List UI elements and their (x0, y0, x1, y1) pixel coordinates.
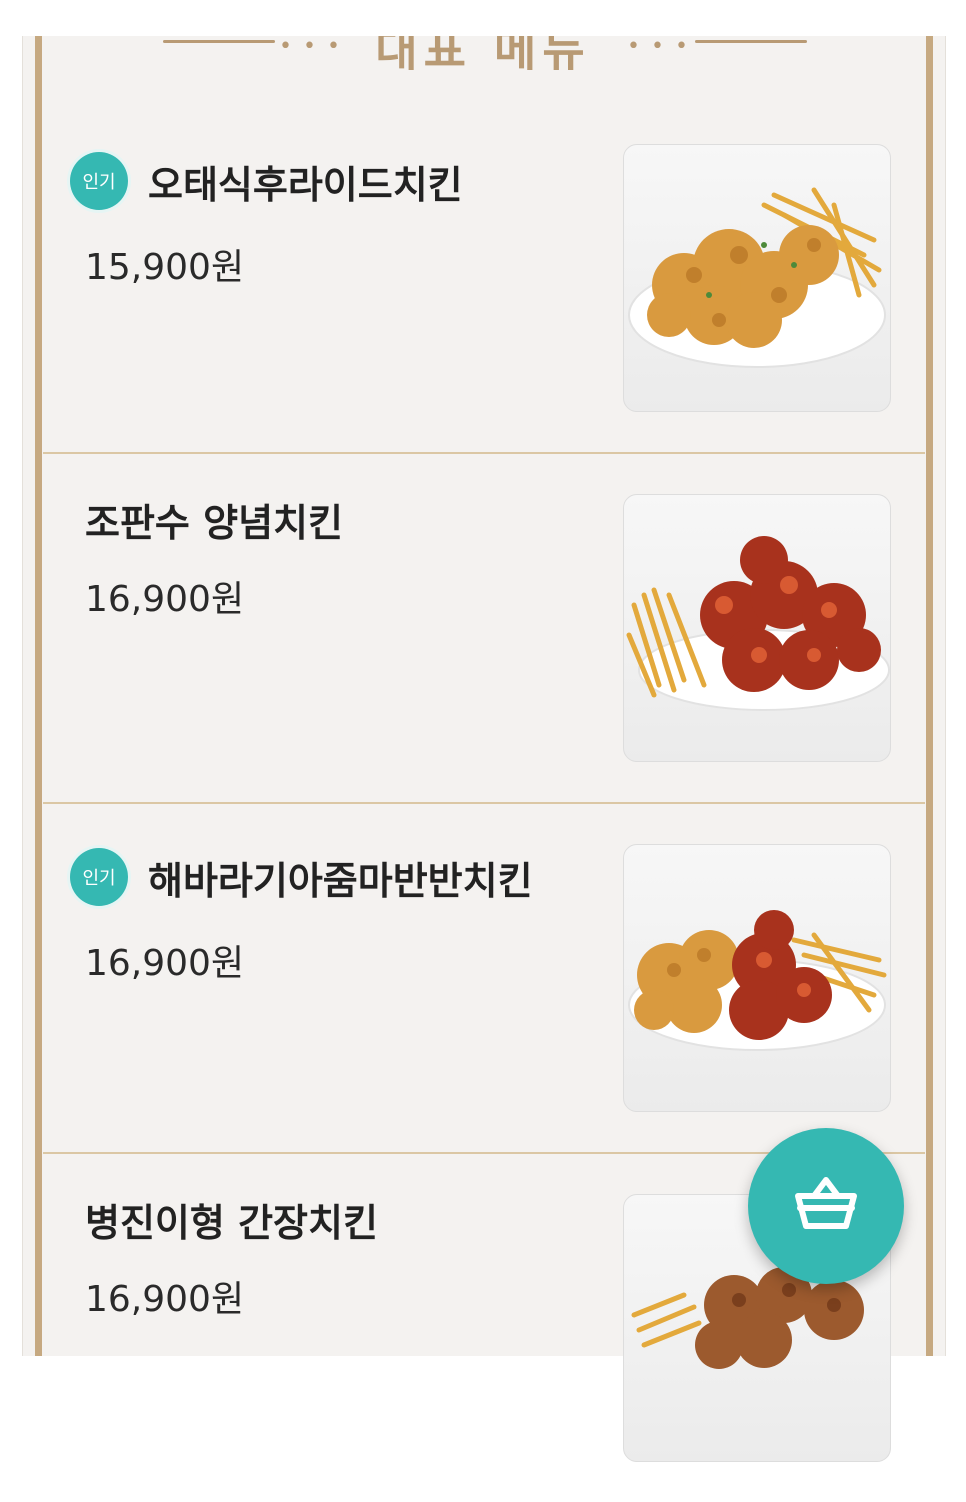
menu-item-name-row: 인기 오태식후라이드치킨 (70, 152, 463, 210)
header-ornament-right (695, 40, 807, 43)
menu-item-name-row: 인기 해바라기아줌마반반치킨 (70, 848, 533, 906)
menu-item-name: 조판수 양념치킨 (85, 501, 343, 545)
menu-item-name: 오태식후라이드치킨 (148, 162, 463, 207)
menu-item-half-half-chicken[interactable]: 인기 해바라기아줌마반반치킨 16,900원 (43, 804, 925, 1154)
menu-item-fried-chicken[interactable]: 인기 오태식후라이드치킨 15,900원 (43, 104, 925, 454)
menu-item-name-row: 조판수 양념치킨 (85, 492, 343, 547)
menu-item-price: 16,900원 (85, 943, 245, 984)
menu-item-name: 병진이형 간장치킨 (85, 1201, 378, 1245)
menu-item-name: 해바라기아줌마반반치킨 (148, 858, 533, 903)
section-header: • • • 대표 메뉴 • • • (23, 36, 945, 70)
popular-badge: 인기 (70, 152, 128, 210)
menu-item-price: 16,900원 (85, 1279, 245, 1320)
header-ornament-left (163, 40, 275, 43)
header-dots-right: • • • (627, 36, 690, 59)
header-dots-left: • • • (279, 36, 342, 59)
seasoned-chicken-photo[interactable] (623, 494, 891, 762)
fried-chicken-photo[interactable] (623, 144, 891, 412)
menu-item-price: 16,900원 (85, 579, 245, 620)
popular-badge: 인기 (70, 848, 128, 906)
section-title: 대표 메뉴 (375, 36, 591, 70)
menu-item-name-row: 병진이형 간장치킨 (85, 1192, 378, 1247)
basket-icon (794, 1176, 858, 1236)
menu-item-seasoned-chicken[interactable]: 조판수 양념치킨 16,900원 (43, 454, 925, 804)
half-half-chicken-photo[interactable] (623, 844, 891, 1112)
cart-button[interactable] (748, 1128, 904, 1284)
menu-item-price: 15,900원 (85, 247, 245, 288)
